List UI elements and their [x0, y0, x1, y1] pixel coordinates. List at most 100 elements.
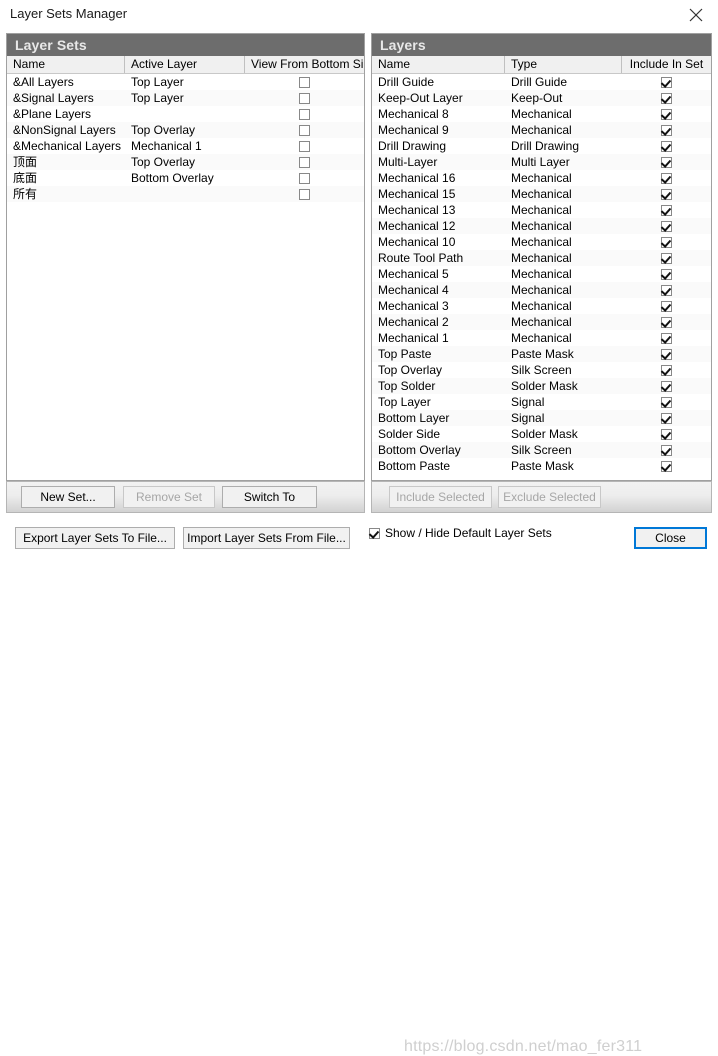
- include-in-set-checkbox-icon[interactable]: [661, 108, 672, 120]
- import-layer-sets-from-file-button[interactable]: Import Layer Sets From File...: [183, 527, 350, 549]
- include-in-set-checkbox-icon[interactable]: [661, 140, 672, 152]
- include-in-set-checkbox-icon[interactable]: [661, 412, 672, 424]
- include-in-set-cell[interactable]: [622, 330, 711, 346]
- include-in-set-cell[interactable]: [622, 218, 711, 234]
- layer-sets-list[interactable]: &All Layers Top Layer &Signal Layers Top La…: [7, 74, 364, 202]
- layer-row[interactable]: Mechanical 16 Mechanical: [372, 170, 711, 186]
- include-in-set-checkbox-icon[interactable]: [661, 188, 672, 200]
- layer-row[interactable]: Bottom Overlay Silk Screen: [372, 442, 711, 458]
- include-in-set-cell[interactable]: [622, 234, 711, 250]
- include-in-set-checkbox-icon[interactable]: [661, 124, 672, 136]
- include-in-set-cell[interactable]: [622, 378, 711, 394]
- include-in-set-checkbox-icon[interactable]: [661, 284, 672, 296]
- layer-row[interactable]: Top Solder Solder Mask: [372, 378, 711, 394]
- include-in-set-checkbox-icon[interactable]: [661, 172, 672, 184]
- include-in-set-cell[interactable]: [622, 170, 711, 186]
- column-header-name[interactable]: Name: [7, 56, 125, 73]
- include-in-set-checkbox-icon[interactable]: [661, 300, 672, 312]
- layers-list[interactable]: Drill Guide Drill Guide Keep-Out Layer Keep…: [372, 74, 711, 474]
- layer-row[interactable]: Mechanical 2 Mechanical: [372, 314, 711, 330]
- layer-row[interactable]: Mechanical 15 Mechanical: [372, 186, 711, 202]
- view-from-bottom-side-cell[interactable]: [245, 138, 364, 154]
- export-layer-sets-to-file-button[interactable]: Export Layer Sets To File...: [15, 527, 175, 549]
- layer-row[interactable]: Top Layer Signal: [372, 394, 711, 410]
- view-from-bottom-side-cell[interactable]: [245, 74, 364, 90]
- include-in-set-cell[interactable]: [622, 410, 711, 426]
- layer-row[interactable]: Drill Drawing Drill Drawing: [372, 138, 711, 154]
- show-hide-checkbox-icon[interactable]: [369, 527, 380, 539]
- include-in-set-cell[interactable]: [622, 106, 711, 122]
- include-in-set-checkbox-icon[interactable]: [661, 316, 672, 328]
- column-header-view-from-bottom-side[interactable]: View From Bottom Side: [245, 56, 364, 73]
- layer-set-row[interactable]: &Mechanical Layers Mechanical 1: [7, 138, 364, 154]
- include-in-set-checkbox-icon[interactable]: [661, 252, 672, 264]
- include-in-set-cell[interactable]: [622, 442, 711, 458]
- include-in-set-checkbox-icon[interactable]: [661, 396, 672, 408]
- include-in-set-cell[interactable]: [622, 314, 711, 330]
- include-in-set-checkbox-icon[interactable]: [661, 380, 672, 392]
- layer-row[interactable]: Keep-Out Layer Keep-Out: [372, 90, 711, 106]
- include-in-set-cell[interactable]: [622, 90, 711, 106]
- include-in-set-cell[interactable]: [622, 458, 711, 474]
- close-button[interactable]: Close: [634, 527, 707, 549]
- layer-set-row[interactable]: &Signal Layers Top Layer: [7, 90, 364, 106]
- layer-set-row[interactable]: 所有: [7, 186, 364, 202]
- layer-row[interactable]: Mechanical 5 Mechanical: [372, 266, 711, 282]
- include-in-set-checkbox-icon[interactable]: [661, 364, 672, 376]
- layer-row[interactable]: Mechanical 13 Mechanical: [372, 202, 711, 218]
- include-in-set-checkbox-icon[interactable]: [661, 268, 672, 280]
- include-in-set-checkbox-icon[interactable]: [661, 92, 672, 104]
- view-from-bottom-checkbox-icon[interactable]: [299, 188, 310, 200]
- view-from-bottom-side-cell[interactable]: [245, 186, 364, 202]
- include-in-set-cell[interactable]: [622, 154, 711, 170]
- view-from-bottom-side-cell[interactable]: [245, 170, 364, 186]
- include-in-set-cell[interactable]: [622, 346, 711, 362]
- include-in-set-cell[interactable]: [622, 394, 711, 410]
- layer-set-row[interactable]: 顶面 Top Overlay: [7, 154, 364, 170]
- window-close-button[interactable]: [674, 0, 718, 30]
- layer-set-row[interactable]: &NonSignal Layers Top Overlay: [7, 122, 364, 138]
- layer-row[interactable]: Bottom Paste Paste Mask: [372, 458, 711, 474]
- column-header-include-in-set[interactable]: Include In Set: [622, 56, 711, 73]
- view-from-bottom-checkbox-icon[interactable]: [299, 108, 310, 120]
- include-in-set-checkbox-icon[interactable]: [661, 348, 672, 360]
- layer-set-row[interactable]: &Plane Layers: [7, 106, 364, 122]
- layer-row[interactable]: Top Paste Paste Mask: [372, 346, 711, 362]
- include-in-set-checkbox-icon[interactable]: [661, 428, 672, 440]
- column-header-layer-name[interactable]: Name: [372, 56, 505, 73]
- view-from-bottom-side-cell[interactable]: [245, 122, 364, 138]
- column-header-active-layer[interactable]: Active Layer: [125, 56, 245, 73]
- view-from-bottom-checkbox-icon[interactable]: [299, 156, 310, 168]
- include-in-set-cell[interactable]: [622, 202, 711, 218]
- new-set-button[interactable]: New Set...: [21, 486, 115, 508]
- switch-to-button[interactable]: Switch To: [222, 486, 317, 508]
- include-in-set-checkbox-icon[interactable]: [661, 204, 672, 216]
- include-in-set-checkbox-icon[interactable]: [661, 236, 672, 248]
- include-in-set-cell[interactable]: [622, 282, 711, 298]
- include-in-set-cell[interactable]: [622, 186, 711, 202]
- include-in-set-checkbox-icon[interactable]: [661, 460, 672, 472]
- include-in-set-cell[interactable]: [622, 426, 711, 442]
- layer-set-row[interactable]: 底面 Bottom Overlay: [7, 170, 364, 186]
- layer-row[interactable]: Bottom Layer Signal: [372, 410, 711, 426]
- view-from-bottom-checkbox-icon[interactable]: [299, 172, 310, 184]
- include-in-set-cell[interactable]: [622, 138, 711, 154]
- include-in-set-cell[interactable]: [622, 266, 711, 282]
- layer-row[interactable]: Top Overlay Silk Screen: [372, 362, 711, 378]
- column-header-layer-type[interactable]: Type: [505, 56, 622, 73]
- view-from-bottom-side-cell[interactable]: [245, 154, 364, 170]
- include-in-set-checkbox-icon[interactable]: [661, 76, 672, 88]
- view-from-bottom-checkbox-icon[interactable]: [299, 92, 310, 104]
- layer-row[interactable]: Drill Guide Drill Guide: [372, 74, 711, 90]
- layer-row[interactable]: Mechanical 8 Mechanical: [372, 106, 711, 122]
- include-in-set-cell[interactable]: [622, 362, 711, 378]
- view-from-bottom-checkbox-icon[interactable]: [299, 124, 310, 136]
- layer-row[interactable]: Mechanical 3 Mechanical: [372, 298, 711, 314]
- layer-set-row[interactable]: &All Layers Top Layer: [7, 74, 364, 90]
- layer-row[interactable]: Mechanical 9 Mechanical: [372, 122, 711, 138]
- layer-row[interactable]: Solder Side Solder Mask: [372, 426, 711, 442]
- include-in-set-cell[interactable]: [622, 298, 711, 314]
- view-from-bottom-side-cell[interactable]: [245, 106, 364, 122]
- include-in-set-cell[interactable]: [622, 74, 711, 90]
- layer-row[interactable]: Multi-Layer Multi Layer: [372, 154, 711, 170]
